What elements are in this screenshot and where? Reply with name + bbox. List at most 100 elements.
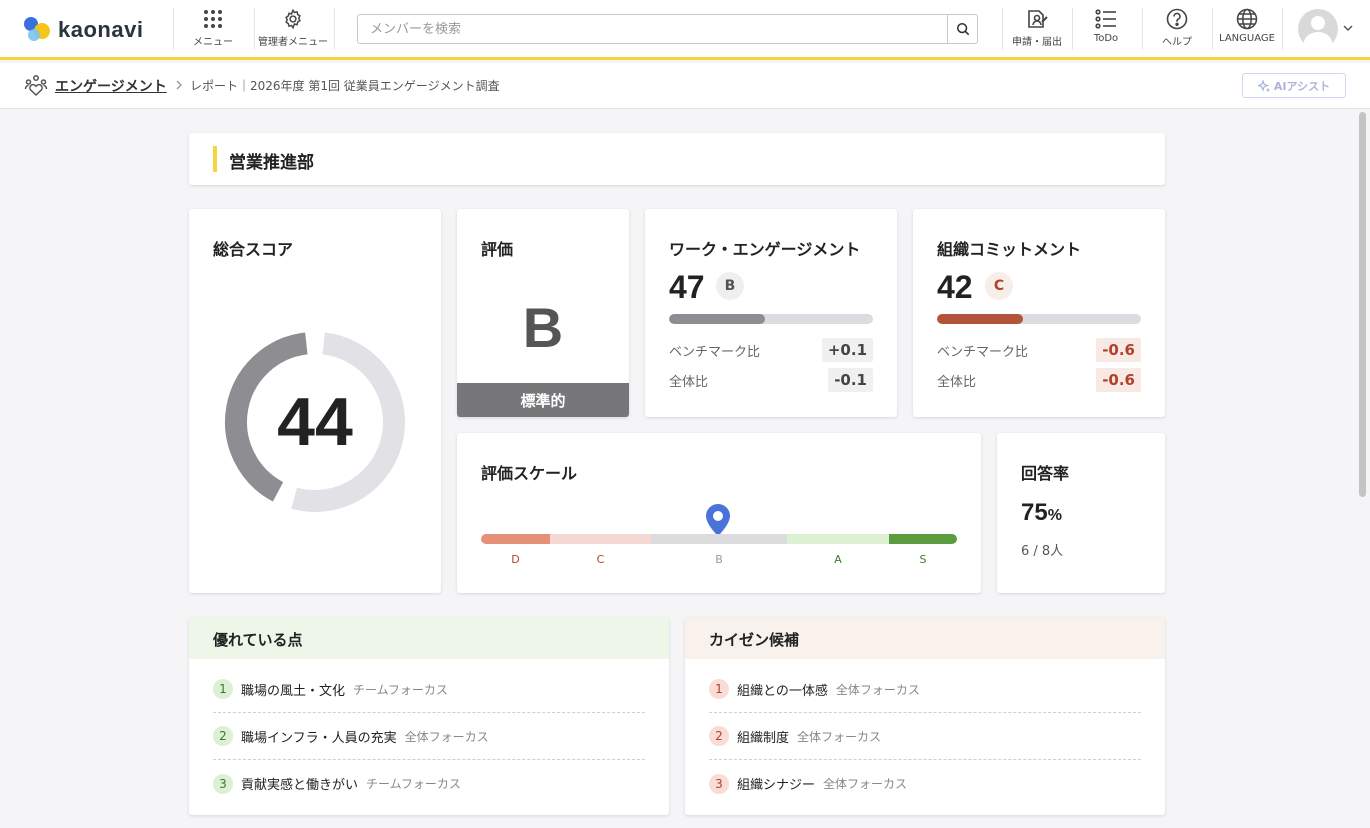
accent-bar	[213, 146, 217, 172]
total-score-value: 44	[277, 384, 353, 460]
gear-icon	[285, 8, 301, 30]
scale-segment-c	[550, 534, 651, 544]
item-label: 職場インフラ・人員の充実	[241, 730, 397, 746]
total-score-donut: 44	[224, 331, 406, 513]
header-divider	[1212, 8, 1213, 50]
org-commitment-card: 組織コミットメント 42 C ベンチマーク比 -0.6 全体比 -0.6	[913, 209, 1165, 417]
todo-button[interactable]: ToDo	[1082, 8, 1130, 52]
rank-badge: 2	[709, 726, 729, 746]
current-position-pin-icon	[706, 504, 730, 536]
item-label: 貢献実感と働きがい	[241, 778, 359, 793]
engagement-icon	[24, 75, 48, 97]
scale-segment-b	[651, 534, 787, 544]
page-scrollbar[interactable]	[1358, 110, 1368, 828]
rank-badge: 1	[213, 679, 233, 699]
response-rate-number: 75	[1021, 499, 1048, 526]
overall-diff: -0.1	[828, 368, 873, 392]
item-label: 組織シナジー	[737, 778, 816, 793]
logo-text: kaonavi	[58, 17, 144, 42]
department-name: 営業推進部	[229, 153, 314, 173]
improvements-title: カイゼン候補	[709, 631, 800, 649]
header-divider	[173, 8, 174, 50]
todo-list-icon	[1095, 9, 1116, 29]
rating-card: 評価 B 標準的	[457, 209, 629, 417]
top-header: kaonavi メニュー 管理者メニュー 申請・届出	[0, 0, 1370, 60]
strength-item[interactable]: 2 職場インフラ・人員の充実 全体フォーカス	[213, 713, 645, 760]
work-engagement-title: ワーク・エンゲージメント	[669, 240, 861, 259]
org-commitment-grade-badge: C	[985, 272, 1013, 300]
scrollbar-thumb[interactable]	[1359, 112, 1366, 497]
focus-tag: チームフォーカス	[366, 777, 461, 791]
focus-tag: 全体フォーカス	[404, 729, 489, 744]
breadcrumb: エンゲージメント レポート｜2026年度 第1回 従業員エンゲージメント調査 A…	[0, 63, 1370, 109]
total-score-title: 総合スコア	[213, 240, 294, 259]
strengths-title: 優れている点	[213, 631, 303, 649]
search-icon	[956, 22, 969, 36]
language-button[interactable]: LANGUAGE	[1216, 8, 1278, 52]
help-button[interactable]: ヘルプ	[1152, 8, 1202, 52]
total-score-card: 総合スコア 44	[189, 209, 441, 593]
application-button[interactable]: 申請・届出	[1006, 8, 1068, 52]
rank-badge: 2	[213, 726, 233, 746]
strengths-header: 優れている点	[189, 617, 669, 659]
admin-menu-label: 管理者メニュー	[258, 37, 328, 48]
header-divider	[1142, 8, 1143, 50]
menu-button[interactable]: メニュー	[189, 8, 237, 52]
item-label: 職場の風土・文化	[241, 683, 346, 699]
ai-assist-label: AIアシスト	[1273, 79, 1331, 93]
breadcrumb-engagement-link[interactable]: エンゲージメント	[55, 76, 167, 96]
chevron-down-icon[interactable]	[1342, 22, 1354, 34]
ai-assist-button[interactable]: AIアシスト	[1242, 73, 1346, 98]
scale-label-s: S	[919, 553, 927, 566]
application-icon	[1028, 10, 1048, 28]
strength-item[interactable]: 3 貢献実感と働きがい チームフォーカス	[213, 760, 645, 807]
rating-title: 評価	[481, 240, 514, 259]
rating-scale-title: 評価スケール	[481, 464, 578, 483]
rating-band: 標準的	[457, 383, 629, 417]
improvements-card: カイゼン候補 1 組織との一体感 全体フォーカス 2 組織制度 全体フォーカス …	[685, 617, 1165, 815]
scale-label-d: D	[511, 553, 520, 566]
work-engagement-score: 47	[669, 269, 705, 305]
benchmark-diff: -0.6	[1096, 338, 1141, 362]
rating-grade: B	[522, 296, 564, 359]
search-button[interactable]	[947, 15, 977, 43]
scale-segment-a	[787, 534, 889, 544]
rank-badge: 3	[213, 773, 233, 794]
benchmark-label: ベンチマーク比	[937, 345, 1029, 360]
menu-label: メニュー	[193, 37, 233, 48]
response-rate-value: 75%	[1021, 499, 1062, 527]
breadcrumb-current-page: レポート｜2026年度 第1回 従業員エンゲージメント調査	[190, 79, 500, 93]
member-search-input[interactable]	[358, 15, 948, 43]
help-label: ヘルプ	[1162, 37, 1192, 48]
sparkle-icon	[1257, 79, 1270, 92]
org-commitment-track	[937, 314, 1141, 324]
work-engagement-fill	[669, 314, 765, 324]
application-label: 申請・届出	[1012, 37, 1062, 48]
scale-segment-d	[481, 534, 550, 544]
language-label: LANGUAGE	[1219, 33, 1275, 44]
header-divider	[254, 8, 255, 50]
scale-label-c: C	[596, 553, 605, 566]
overall-label: 全体比	[937, 375, 977, 390]
rating-band-label: 標準的	[520, 391, 566, 410]
focus-tag: 全体フォーカス	[835, 682, 920, 697]
scale-label-a: A	[834, 553, 842, 566]
improvement-item[interactable]: 2 組織制度 全体フォーカス	[709, 713, 1141, 760]
work-engagement-card: ワーク・エンゲージメント 47 B ベンチマーク比 +0.1 全体比 -0.1	[645, 209, 897, 417]
improvement-item[interactable]: 3 組織シナジー 全体フォーカス	[709, 760, 1141, 807]
rating-scale-card: 評価スケール D C B A S	[457, 433, 981, 593]
org-commitment-fill	[937, 314, 1023, 324]
response-rate-unit: %	[1047, 507, 1062, 524]
admin-menu-button[interactable]: 管理者メニュー	[256, 8, 330, 52]
chevron-right-icon	[176, 80, 182, 90]
rank-badge: 1	[709, 679, 729, 699]
kaonavi-logo[interactable]: kaonavi	[22, 14, 152, 46]
grid-icon	[204, 10, 222, 28]
help-icon	[1166, 8, 1188, 30]
improvement-item[interactable]: 1 組織との一体感 全体フォーカス	[709, 666, 1141, 713]
user-avatar[interactable]	[1298, 9, 1338, 49]
scale-segment-s	[889, 534, 957, 544]
org-commitment-score: 42	[937, 269, 973, 305]
strength-item[interactable]: 1 職場の風土・文化 チームフォーカス	[213, 666, 645, 713]
response-rate-card: 回答率 75% 6 / 8人	[997, 433, 1165, 593]
